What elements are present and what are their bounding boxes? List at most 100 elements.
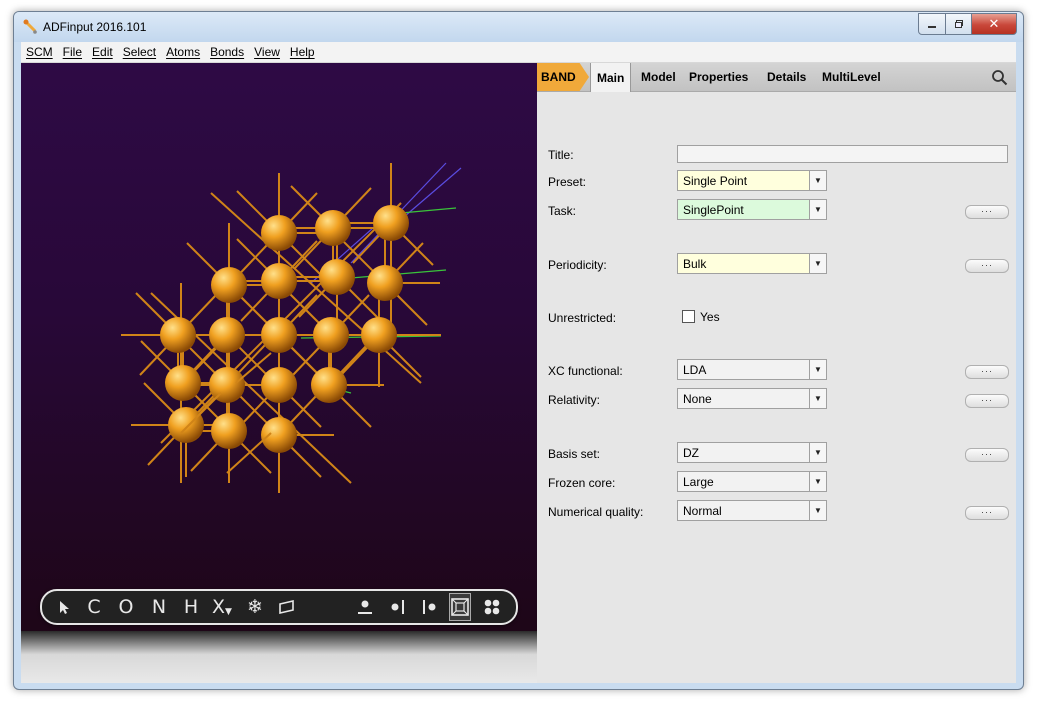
menu-scm[interactable]: SCM [21,45,58,59]
unrestricted-yes-label[interactable]: Yes [700,310,720,324]
periodicity-label: Periodicity: [548,258,607,272]
gold-atom[interactable] [261,417,297,453]
gold-atom[interactable] [168,407,204,443]
gold-atom[interactable] [373,205,409,241]
unrestricted-checkbox[interactable] [682,310,695,323]
gold-atom[interactable] [160,317,196,353]
dropdown-arrow-icon[interactable]: ▼ [809,389,826,408]
menu-file[interactable]: File [58,45,87,59]
atom-right-icon[interactable] [420,594,440,620]
gold-atom[interactable] [261,317,297,353]
periodicity-select[interactable]: Bulk ▼ [677,253,827,274]
frozen-core-select[interactable]: Large ▼ [677,471,827,492]
numerical-details-button[interactable]: ··· [965,506,1009,520]
gold-atom[interactable] [367,265,403,301]
preset-select[interactable]: Single Point ▼ [677,170,827,191]
basis-set-value: DZ [683,445,699,460]
xc-functional-value: LDA [683,362,707,377]
menu-select[interactable]: Select [118,45,161,59]
title-input[interactable] [677,145,1008,163]
gold-atom[interactable] [319,259,355,295]
task-details-button[interactable]: ··· [965,205,1009,219]
task-select[interactable]: SinglePoint ▼ [677,199,827,220]
tab-bar: BAND Main Model Properties Details Multi… [537,63,1016,92]
dropdown-arrow-icon[interactable]: ▼ [809,472,826,491]
minimize-button[interactable] [918,13,946,35]
gold-atom[interactable] [209,367,245,403]
xc-details-button[interactable]: ··· [965,365,1009,379]
numerical-quality-value: Normal [683,503,722,518]
dropdown-arrow-icon[interactable]: ▼ [809,443,826,462]
crystal-structure[interactable] [21,63,537,623]
gold-atom[interactable] [165,365,201,401]
relativity-select[interactable]: None ▼ [677,388,827,409]
gold-atom[interactable] [313,317,349,353]
unrestricted-label: Unrestricted: [548,311,617,325]
element-x-button[interactable]: X ▼ [212,594,232,620]
atom-left-icon[interactable] [387,594,407,620]
basis-set-select[interactable]: DZ ▼ [677,442,827,463]
task-value: SinglePoint [683,202,744,217]
gold-atom[interactable] [211,413,247,449]
maximize-button[interactable] [946,13,972,35]
basis-details-button[interactable]: ··· [965,448,1009,462]
gold-atom[interactable] [361,317,397,353]
menu-bar: SCM File Edit Select Atoms Bonds View He… [21,42,1016,63]
relativity-details-button[interactable]: ··· [965,394,1009,408]
element-o-button[interactable]: O [116,594,136,620]
dropdown-arrow-icon[interactable]: ▼ [809,171,826,190]
element-c-button[interactable]: C [84,594,104,620]
close-button[interactable]: ✕ [972,13,1017,35]
periodicity-details-button[interactable]: ··· [965,259,1009,273]
dropdown-triangle-icon: ▼ [225,607,232,617]
viewport-bottom-strip [21,631,537,683]
element-n-button[interactable]: N [149,594,169,620]
tab-model[interactable]: Model [641,63,676,91]
cell-view-icon[interactable] [449,593,471,621]
close-icon: ✕ [988,16,1000,31]
menu-atoms[interactable]: Atoms [161,45,205,59]
gold-atom[interactable] [315,210,351,246]
settings-panel: BAND Main Model Properties Details Multi… [537,63,1016,683]
tab-multilevel[interactable]: MultiLevel [822,63,881,91]
relativity-value: None [683,391,712,406]
menu-view[interactable]: View [249,45,285,59]
dropdown-arrow-icon[interactable]: ▼ [809,501,826,520]
search-icon[interactable] [991,69,1008,86]
numerical-quality-label: Numerical quality: [548,505,644,519]
minimize-icon [928,26,936,28]
dropdown-arrow-icon[interactable]: ▼ [809,360,826,379]
pointer-icon[interactable] [54,594,74,620]
plane-icon[interactable] [277,594,297,620]
numerical-quality-select[interactable]: Normal ▼ [677,500,827,521]
gold-atom[interactable] [261,367,297,403]
element-x-label: X [212,596,226,618]
preset-label: Preset: [548,175,587,189]
menu-edit[interactable]: Edit [87,45,118,59]
gold-atom[interactable] [261,215,297,251]
menu-bonds[interactable]: Bonds [205,45,249,59]
dropdown-arrow-icon[interactable]: ▼ [809,200,826,219]
menu-help[interactable]: Help [285,45,320,59]
freeze-icon[interactable]: ❄ [245,594,265,620]
tab-details[interactable]: Details [767,63,806,91]
frozen-core-value: Large [683,474,714,489]
xc-functional-select[interactable]: LDA ▼ [677,359,827,380]
tab-main[interactable]: Main [590,63,632,92]
title-bar: ADFinput 2016.101 ✕ [14,12,1023,42]
band-engine-tab[interactable]: BAND [537,63,589,91]
cell-vector-b [400,207,457,214]
window-controls: ✕ [918,13,1017,35]
title-label: Title: [548,148,574,162]
gold-atom[interactable] [209,317,245,353]
cluster-icon[interactable] [482,594,502,620]
tab-properties[interactable]: Properties [689,63,748,91]
periodicity-value: Bulk [683,256,707,271]
gold-atom[interactable] [311,367,347,403]
gold-atom[interactable] [211,267,247,303]
atom-symbol-icon[interactable] [355,594,375,620]
element-h-button[interactable]: H [181,594,201,620]
frozen-core-label: Frozen core: [548,476,616,490]
gold-atom[interactable] [261,263,297,299]
dropdown-arrow-icon[interactable]: ▼ [809,254,826,273]
